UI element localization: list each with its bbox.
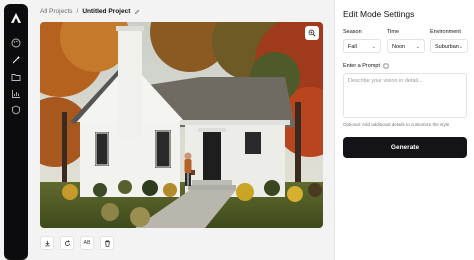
season-select[interactable]: Fall ⌄ — [343, 39, 381, 53]
image-toolbar: AB — [40, 236, 114, 250]
breadcrumb-separator: / — [76, 8, 79, 15]
chevron-down-icon: ⌄ — [371, 44, 376, 50]
house-image — [40, 22, 323, 228]
breadcrumb-all-projects[interactable]: All Projects — [40, 8, 73, 15]
chevron-down-icon: ⌄ — [458, 44, 463, 50]
prompt-hint: Optional: Add additional details to cust… — [343, 122, 450, 127]
zoom-in-icon — [308, 29, 316, 37]
logo-icon[interactable] — [10, 12, 22, 24]
chevron-down-icon: ⌄ — [415, 44, 420, 50]
breadcrumb: All Projects / Untitled Project — [40, 8, 140, 15]
house-photo — [40, 22, 323, 228]
rotate-icon — [64, 239, 70, 246]
edit-pencil-icon[interactable] — [134, 9, 140, 15]
settings-panel: Edit Mode Settings Season Time Environme… — [334, 0, 474, 260]
season-label: Season — [343, 29, 362, 35]
prompt-textarea[interactable]: Describe your vision in detail... — [343, 73, 467, 118]
breadcrumb-current-project: Untitled Project — [82, 8, 131, 15]
magic-wand-icon[interactable] — [11, 55, 21, 65]
folder-icon[interactable] — [11, 72, 21, 82]
workspace: All Projects / Untitled Project AB — [32, 0, 332, 260]
download-button[interactable] — [40, 236, 54, 250]
time-select[interactable]: Noon ⌄ — [387, 39, 425, 53]
download-icon — [44, 240, 50, 246]
rotate-button[interactable] — [60, 236, 74, 250]
note-icon[interactable] — [383, 63, 389, 69]
environment-select[interactable]: Suburban ⌄ — [430, 39, 468, 53]
trash-icon — [104, 240, 110, 247]
panel-title: Edit Mode Settings — [343, 9, 415, 19]
chart-icon[interactable] — [11, 89, 21, 99]
compare-icon: AB — [83, 240, 91, 246]
sidebar — [4, 4, 28, 260]
zoom-button[interactable] — [305, 26, 319, 40]
time-value: Noon — [392, 44, 406, 50]
delete-button[interactable] — [100, 236, 114, 250]
palette-icon[interactable] — [11, 38, 21, 48]
prompt-label-row: Enter a Prompt — [343, 63, 389, 69]
time-label: Time — [387, 29, 400, 35]
environment-value: Suburban — [435, 44, 459, 50]
season-value: Fall — [348, 44, 357, 50]
shield-icon[interactable] — [11, 105, 21, 115]
generate-button[interactable]: Generate — [343, 137, 467, 158]
compare-button[interactable]: AB — [80, 236, 94, 250]
prompt-label: Enter a Prompt — [343, 63, 380, 69]
environment-label: Environment — [430, 29, 461, 35]
